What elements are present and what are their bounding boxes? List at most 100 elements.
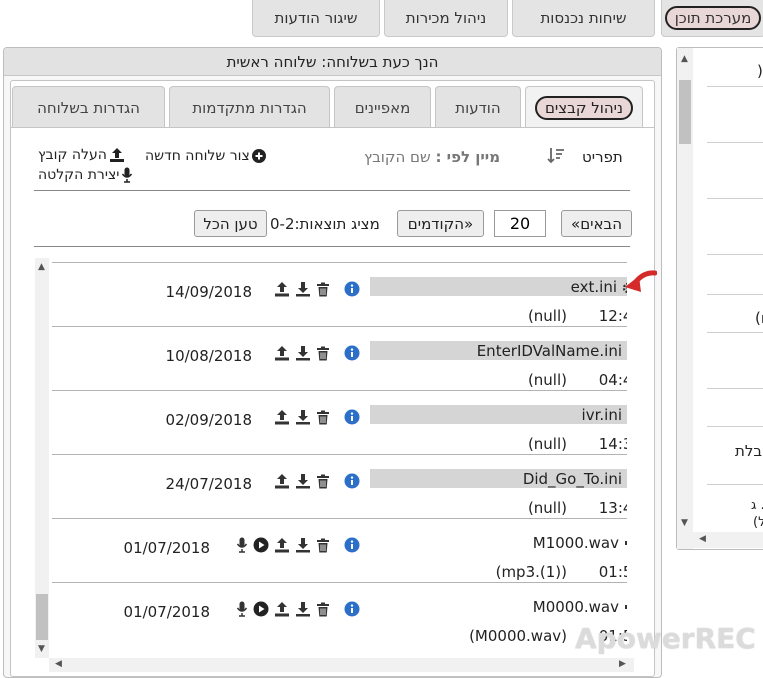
sort-value: שם הקובץ [364,148,431,166]
download-icon[interactable] [295,345,311,361]
sort-control[interactable]: מיין לפי : שם הקובץ [364,148,500,166]
tab-file-management[interactable]: ניהול קבצים [525,86,643,128]
sidebar-text[interactable]: בלת [735,442,762,460]
upload-icon[interactable] [274,473,290,489]
tab-label: מערכת תוכן [664,6,762,30]
create-recording-button[interactable]: יצירת הקלטה [38,167,133,183]
new-extension-button[interactable]: צור שלוחה חדשה [145,148,266,164]
sort-icon[interactable] [546,146,566,166]
download-icon[interactable] [295,473,311,489]
file-name-bar[interactable]: EnterIDValName.ini [370,341,627,360]
tab-advanced-settings[interactable]: הגדרות מתקדמות [169,86,330,128]
prev-page-button[interactable]: הקודמים» [397,210,484,237]
file-row[interactable]: ext.ini 14/09/2018 12:42 (null) [52,262,627,326]
file-info: (null) [527,371,567,389]
sidebar-text[interactable]: (ו [755,309,763,327]
file-row[interactable]: ivr.ini 02/09/2018 14:38 (null) [52,390,627,454]
tab-content-system[interactable]: מערכת תוכן [661,0,763,37]
record-microphone-icon[interactable] [236,537,248,553]
scroll-left-arrow-icon[interactable]: ◀ [55,659,62,669]
tab-label: הגדרות בשלוחה [37,98,140,117]
file-time: 13:44 [598,499,627,517]
info-icon[interactable] [344,537,360,553]
file-time: 04:46 [598,371,627,389]
upload-icon[interactable] [274,601,290,617]
trash-icon[interactable] [316,538,330,553]
file-time: 01:59 [598,563,627,581]
trash-icon[interactable] [316,346,330,361]
scroll-up-arrow-icon[interactable]: ▲ [681,54,688,64]
load-all-button[interactable]: טען הכל [194,210,267,237]
sidebar-hscrollbar[interactable]: ◀ [693,532,763,548]
record-microphone-icon[interactable] [236,601,248,617]
download-icon[interactable] [295,601,311,617]
file-info: (null) [527,435,567,453]
speaker-icon [624,536,627,550]
file-actions [274,473,360,489]
file-name-bar[interactable]: ivr.ini [370,405,627,424]
watermark: ApowerREC [575,622,756,655]
tab-sales-management[interactable]: ניהול מכירות [384,0,508,37]
trash-icon[interactable] [316,282,330,297]
play-icon[interactable] [253,601,269,617]
menu-label[interactable]: תפריט [582,148,623,166]
file-actions [274,281,360,297]
scrollbar-thumb[interactable] [36,594,48,640]
info-icon[interactable] [344,473,360,489]
upload-file-label: העלה קובץ [38,147,107,163]
next-page-button[interactable]: «הבאים [561,210,632,237]
scroll-left-arrow-icon[interactable]: ◀ [699,534,706,544]
info-icon[interactable] [344,345,360,361]
tab-label: ניהול מכירות [405,9,487,27]
tab-messages[interactable]: הודעות [435,86,521,128]
upload-icon[interactable] [274,281,290,297]
vertical-scrollbar[interactable]: ▲ ▼ [35,258,49,658]
download-icon[interactable] [295,409,311,425]
sidebar-scrollbar[interactable]: ▲ ▼ [677,48,693,549]
upload-file-button[interactable]: העלה קובץ [38,147,125,163]
tab-properties[interactable]: מאפיינים [334,86,431,128]
file-date: 02/09/2018 [165,411,252,429]
upload-icon[interactable] [274,537,290,553]
download-icon[interactable] [295,281,311,297]
tab-extension-settings[interactable]: הגדרות בשלוחה [12,86,165,128]
horizontal-scrollbar[interactable]: ◀ ▶ [49,658,634,672]
scroll-down-arrow-icon[interactable]: ▼ [681,518,688,528]
file-name-bar[interactable]: Did_Go_To.ini [370,469,627,488]
divider [707,484,763,485]
upload-icon[interactable] [274,409,290,425]
tab-message-dispatch[interactable]: שיגור הודעות [252,0,380,37]
file-name: M1000.wav [532,533,619,552]
sidebar-text[interactable]: ג ... [751,498,763,513]
new-extension-label: צור שלוחה חדשה [145,148,250,164]
file-name-bar[interactable]: M1000.wav [533,533,627,552]
sidebar-text[interactable]: ) [757,62,763,80]
download-icon[interactable] [295,537,311,553]
scroll-down-arrow-icon[interactable]: ▼ [38,644,45,654]
info-icon[interactable] [344,281,360,297]
tab-incoming-calls[interactable]: שיחות נכנסות [512,0,655,37]
file-row[interactable]: M1000.wav 01/07/2018 01:59 (mp3.(1)) [52,518,627,582]
upload-icon[interactable] [274,345,290,361]
file-actions [236,537,360,553]
file-row[interactable]: EnterIDValName.ini 10/08/2018 04:46 (null) [52,326,627,390]
scrollbar-thumb[interactable] [679,80,691,144]
file-actions [274,345,360,361]
divider [707,332,763,333]
file-name-bar[interactable]: M0000.wav [533,597,627,616]
trash-icon[interactable] [316,410,330,425]
trash-icon[interactable] [316,602,330,617]
scroll-up-arrow-icon[interactable]: ▲ [38,262,45,272]
sidebar-text[interactable]: (ל [753,515,763,530]
scroll-right-arrow-icon[interactable]: ▶ [619,659,626,669]
file-row[interactable]: M0000.wav 01/07/201801:58(M0000.wav) [52,582,627,646]
page-size-input[interactable] [494,210,546,237]
plus-circle-icon [251,149,266,163]
file-date: 14/09/2018 [165,283,252,301]
file-name-bar[interactable]: ext.ini [370,277,627,296]
file-row[interactable]: Did_Go_To.ini 24/07/2018 13:44 (null) [52,454,627,518]
info-icon[interactable] [344,601,360,617]
trash-icon[interactable] [316,474,330,489]
info-icon[interactable] [344,409,360,425]
play-icon[interactable] [253,537,269,553]
